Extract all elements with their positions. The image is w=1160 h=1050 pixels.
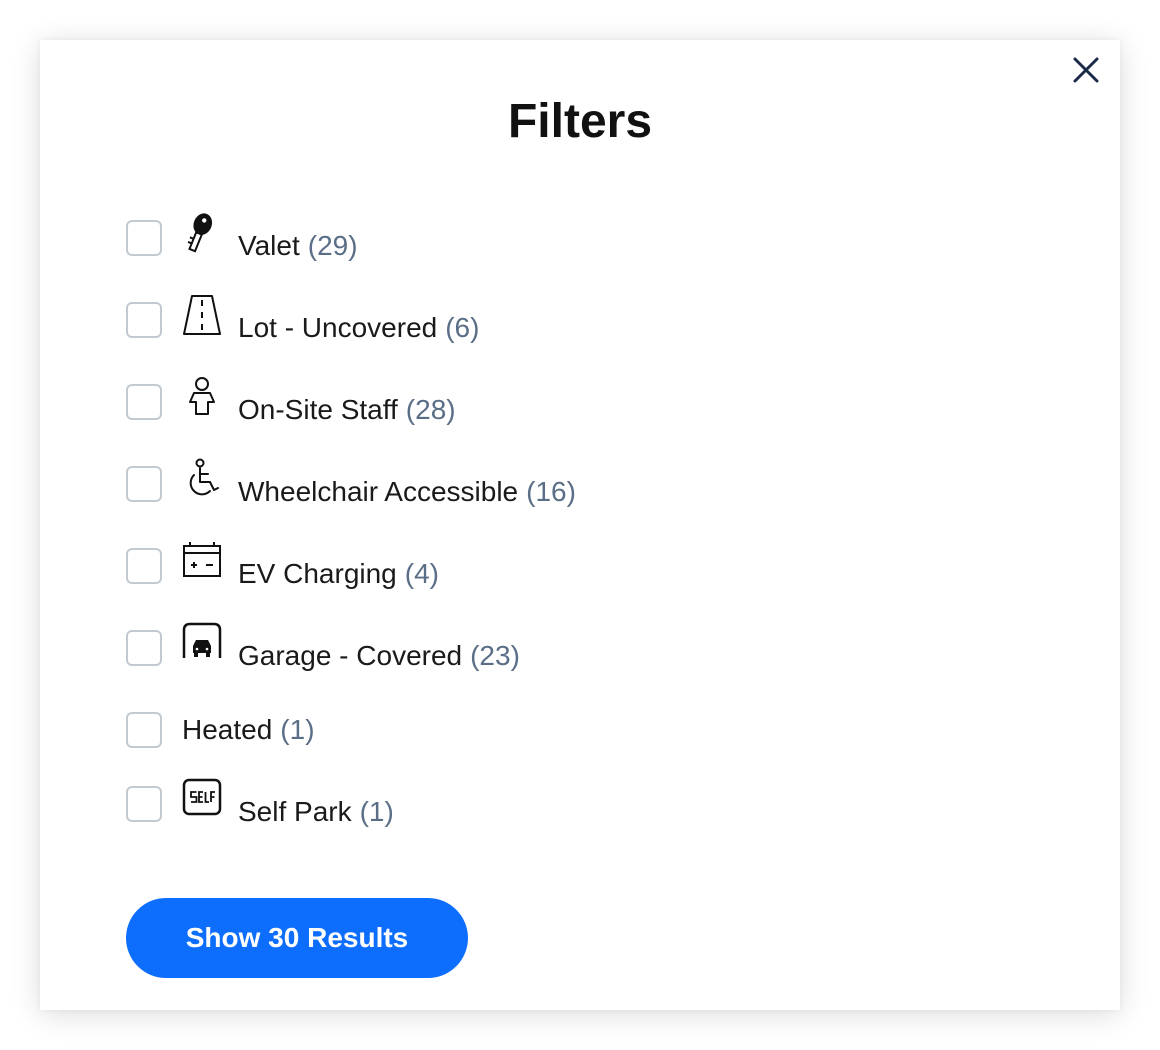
battery-icon — [180, 540, 224, 584]
filter-on-site-staff-count: (28) — [405, 394, 456, 425]
filter-garage-covered[interactable]: Garage - Covered (23) — [126, 622, 826, 682]
filter-self-park-checkbox[interactable] — [126, 786, 162, 822]
wheelchair-icon — [180, 458, 224, 502]
filter-on-site-staff[interactable]: On-Site Staff (28) — [126, 377, 826, 436]
close-icon — [1073, 57, 1099, 83]
filter-valet-checkbox[interactable] — [126, 220, 162, 256]
filter-ev-charging-label: EV Charging (4) — [238, 558, 439, 589]
road-icon — [180, 294, 224, 338]
filter-heated-label: Heated (1) — [182, 714, 315, 745]
garage-icon — [180, 622, 224, 666]
filter-valet-count: (29) — [307, 230, 358, 261]
filter-heated-checkbox[interactable] — [126, 712, 162, 748]
filter-on-site-staff-checkbox[interactable] — [126, 384, 162, 420]
filter-ev-charging[interactable]: EV Charging (4) — [126, 542, 826, 600]
filter-lot-uncovered-checkbox[interactable] — [126, 302, 162, 338]
show-results-button[interactable]: Show 30 Results — [126, 898, 468, 978]
filter-lot-uncovered-label: Lot - Uncovered (6) — [238, 312, 480, 343]
key-icon — [180, 212, 224, 256]
filter-heated-count: (1) — [280, 714, 315, 745]
filter-wheelchair-accessible-label: Wheelchair Accessible (16) — [238, 476, 576, 507]
person-icon — [180, 376, 224, 420]
filter-ev-charging-checkbox[interactable] — [126, 548, 162, 584]
filter-self-park-count: (1) — [359, 796, 394, 827]
filter-garage-covered-count: (23) — [470, 640, 520, 671]
filter-wheelchair-accessible[interactable]: Wheelchair Accessible (16) — [126, 458, 826, 518]
filter-ev-charging-count: (4) — [404, 558, 439, 589]
filter-lot-uncovered-count: (6) — [445, 312, 480, 343]
filter-on-site-staff-label: On-Site Staff (28) — [238, 394, 456, 425]
filter-heated[interactable]: Heated (1) — [126, 712, 826, 764]
filter-self-park-label: Self Park (1) — [238, 796, 394, 827]
filter-garage-covered-label: Garage - Covered (23) — [238, 640, 520, 671]
filter-garage-covered-checkbox[interactable] — [126, 630, 162, 666]
filter-self-park[interactable]: Self Park (1) — [126, 778, 826, 838]
filter-valet[interactable]: Valet (29) — [126, 213, 826, 272]
modal-title: Filters — [507, 95, 653, 148]
filter-lot-uncovered[interactable]: Lot - Uncovered (6) — [126, 295, 826, 354]
filter-wheelchair-accessible-checkbox[interactable] — [126, 466, 162, 502]
filters-modal: Filters Valet (29) Lot - Uncovered (6) O… — [40, 40, 1120, 1010]
filter-valet-label: Valet (29) — [238, 230, 358, 261]
self-park-icon — [180, 778, 224, 822]
filter-wheelchair-accessible-count: (16) — [526, 476, 576, 507]
close-button[interactable] — [1068, 52, 1104, 88]
